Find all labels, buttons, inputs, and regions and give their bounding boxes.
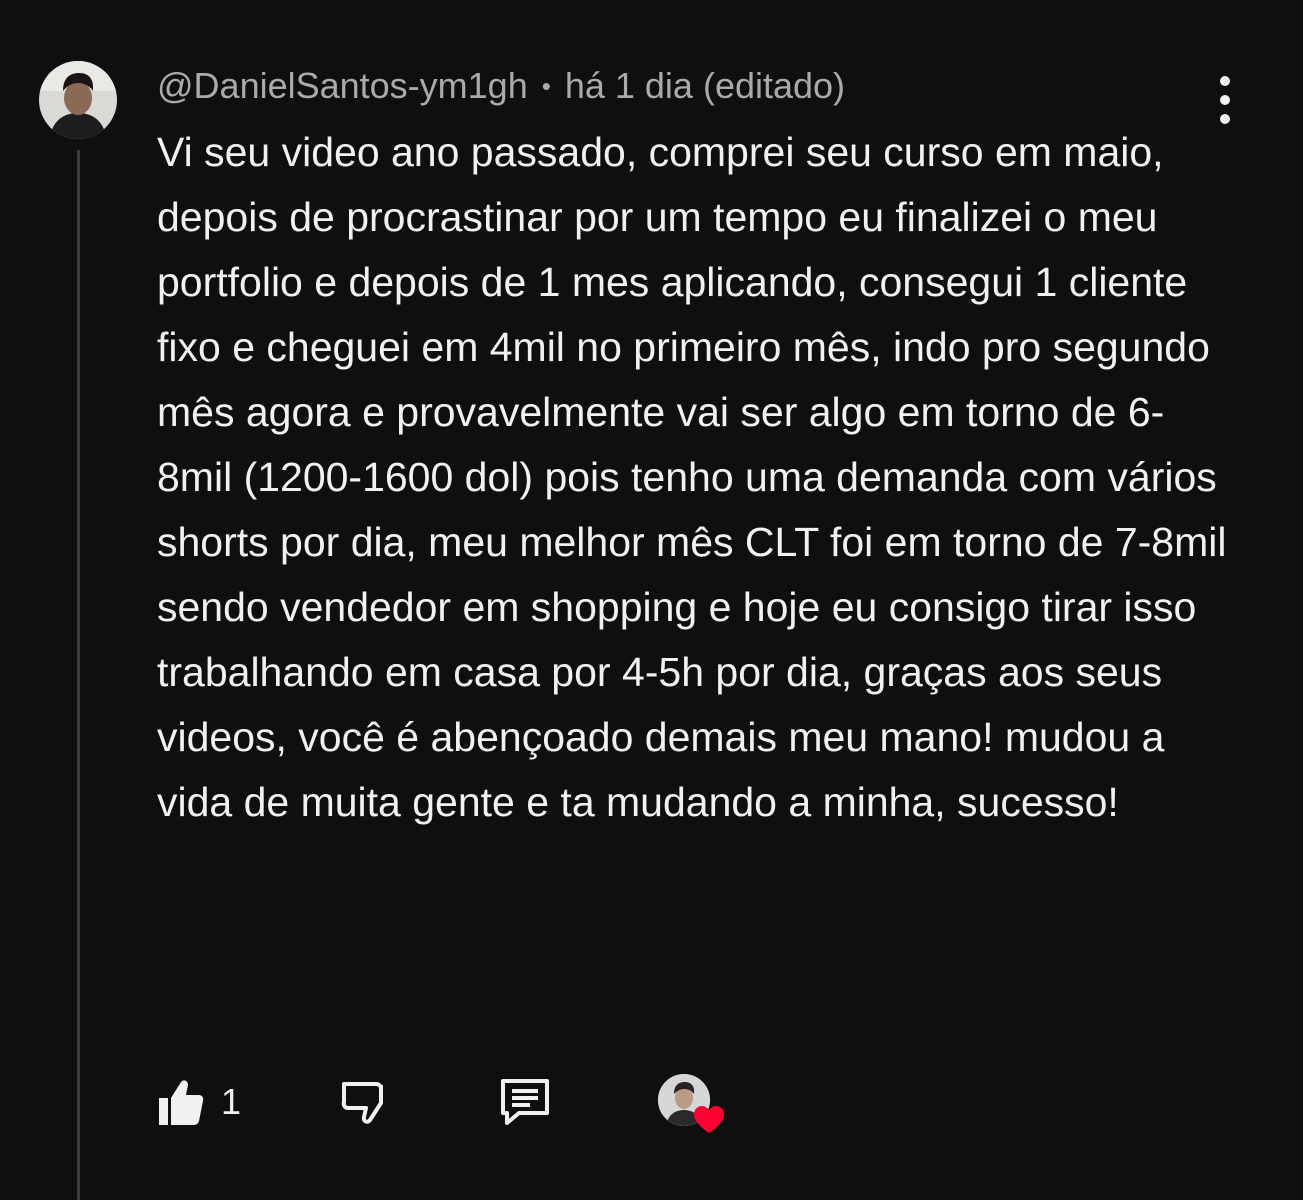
comment-actions: 1 [155, 1070, 755, 1134]
reply-comment-icon [501, 1079, 549, 1125]
author-avatar-image [39, 61, 117, 139]
author-avatar[interactable] [39, 61, 117, 139]
reply-button[interactable] [497, 1070, 553, 1134]
thumbs-down-icon [341, 1082, 383, 1124]
comment-thread: @DanielSantos-ym1gh • há 1 dia (editado)… [0, 0, 1303, 1200]
meta-separator: • [541, 70, 551, 101]
more-vertical-icon-dot [1220, 95, 1230, 105]
comment-text: Vi seu video ano passado, comprei seu cu… [157, 129, 1227, 825]
creator-heart-icon [694, 1106, 724, 1133]
more-vertical-icon [1220, 76, 1230, 86]
dislike-button[interactable] [338, 1070, 390, 1134]
like-count: 1 [221, 1081, 242, 1122]
creator-heart-badge[interactable] [658, 1074, 728, 1134]
like-button[interactable]: 1 [155, 1070, 241, 1134]
comment-header: @DanielSantos-ym1gh • há 1 dia (editado) [157, 64, 845, 108]
more-options-button[interactable] [1204, 76, 1246, 124]
thumbs-up-icon [159, 1080, 204, 1125]
author-handle[interactable]: @DanielSantos-ym1gh [157, 65, 528, 107]
thread-line [77, 150, 80, 1200]
comment-timestamp[interactable]: há 1 dia (editado) [565, 65, 845, 107]
